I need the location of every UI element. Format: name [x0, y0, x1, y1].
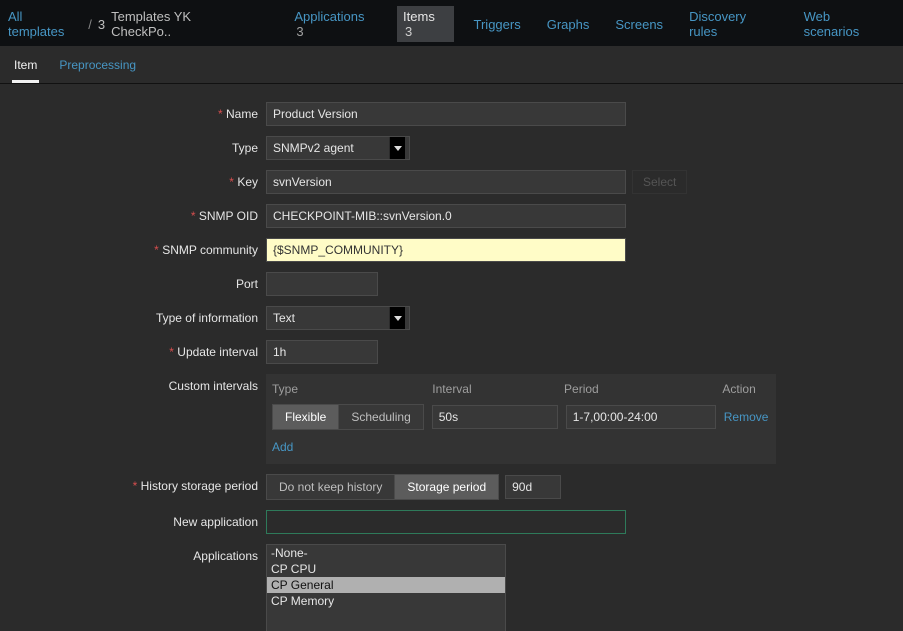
type-of-info-select[interactable]: Text — [266, 306, 410, 330]
history-no-keep[interactable]: Do not keep history — [266, 474, 395, 500]
label-new-application: New application — [20, 510, 266, 529]
label-history: History storage period — [20, 474, 266, 493]
breadcrumb-count: 3 — [98, 17, 105, 32]
tab-applications[interactable]: Applications 3 — [288, 6, 383, 42]
custom-intervals-table: Type Interval Period Action Flexible Sch… — [266, 374, 776, 464]
ci-add-link[interactable]: Add — [272, 440, 293, 454]
ci-remove-link[interactable]: Remove — [724, 410, 769, 424]
label-snmp-oid: SNMP OID — [20, 204, 266, 223]
snmp-oid-input[interactable] — [266, 204, 626, 228]
label-type-of-info: Type of information — [20, 306, 266, 325]
label-snmp-community: SNMP community — [20, 238, 266, 257]
select-key-button: Select — [632, 170, 687, 194]
ci-head-type: Type — [272, 382, 424, 396]
update-interval-input[interactable] — [266, 340, 378, 364]
snmp-community-input[interactable] — [266, 238, 626, 262]
tab-items[interactable]: Items 3 — [397, 6, 453, 42]
ci-type-toggle: Flexible Scheduling — [272, 404, 424, 430]
breadcrumb-separator: / — [88, 17, 92, 32]
app-option-cp-cpu[interactable]: CP CPU — [267, 561, 505, 577]
app-option-none[interactable]: -None- — [267, 545, 505, 561]
port-input[interactable] — [266, 272, 378, 296]
label-type: Type — [20, 136, 266, 155]
ci-interval-input[interactable] — [432, 405, 558, 429]
label-custom-intervals: Custom intervals — [20, 374, 266, 393]
subtab-preprocessing[interactable]: Preprocessing — [57, 52, 138, 83]
label-port: Port — [20, 272, 266, 291]
tab-applications-label: Applications — [294, 9, 364, 24]
history-value-input[interactable] — [505, 475, 561, 499]
tab-triggers[interactable]: Triggers — [468, 14, 527, 35]
ci-head-interval: Interval — [432, 382, 556, 396]
ci-type-flexible[interactable]: Flexible — [272, 404, 339, 430]
tab-items-count: 3 — [405, 24, 412, 39]
form-area: Name Type SNMPv2 agent Key Select SNMP O… — [0, 84, 903, 631]
host-tabs: Applications 3 Items 3 Triggers Graphs S… — [288, 6, 895, 42]
subtab-item[interactable]: Item — [12, 52, 39, 83]
name-input[interactable] — [266, 102, 626, 126]
ci-head-action: Action — [722, 382, 770, 396]
applications-listbox[interactable]: -None- CP CPU CP General CP Memory — [266, 544, 506, 631]
tab-items-label: Items — [403, 9, 435, 24]
chevron-down-icon — [389, 137, 405, 159]
tab-screens[interactable]: Screens — [609, 14, 669, 35]
history-storage-period[interactable]: Storage period — [394, 474, 499, 500]
tab-graphs[interactable]: Graphs — [541, 14, 596, 35]
tab-applications-count: 3 — [296, 24, 303, 39]
type-of-info-value: Text — [273, 311, 295, 325]
type-select[interactable]: SNMPv2 agent — [266, 136, 410, 160]
label-applications: Applications — [20, 544, 266, 563]
label-key: Key — [20, 170, 266, 189]
breadcrumb-template-name: Templates YK CheckPo.. — [111, 9, 254, 39]
label-update-interval: Update interval — [20, 340, 266, 359]
ci-period-input[interactable] — [566, 405, 716, 429]
top-bar: All templates / 3 Templates YK CheckPo..… — [0, 0, 903, 46]
label-name: Name — [20, 102, 266, 121]
breadcrumb: All templates / 3 Templates YK CheckPo.. — [8, 9, 254, 39]
ci-head-period: Period — [564, 382, 714, 396]
tab-web-scenarios[interactable]: Web scenarios — [798, 6, 895, 42]
type-select-value: SNMPv2 agent — [273, 141, 354, 155]
breadcrumb-all-templates[interactable]: All templates — [8, 9, 82, 39]
app-option-cp-memory[interactable]: CP Memory — [267, 593, 505, 609]
ci-type-scheduling[interactable]: Scheduling — [338, 404, 423, 430]
key-input[interactable] — [266, 170, 626, 194]
new-application-input[interactable] — [266, 510, 626, 534]
app-option-cp-general[interactable]: CP General — [267, 577, 505, 593]
tab-discovery[interactable]: Discovery rules — [683, 6, 784, 42]
history-toggle: Do not keep history Storage period — [266, 474, 499, 500]
sub-tabs: Item Preprocessing — [0, 46, 903, 84]
chevron-down-icon — [389, 307, 405, 329]
